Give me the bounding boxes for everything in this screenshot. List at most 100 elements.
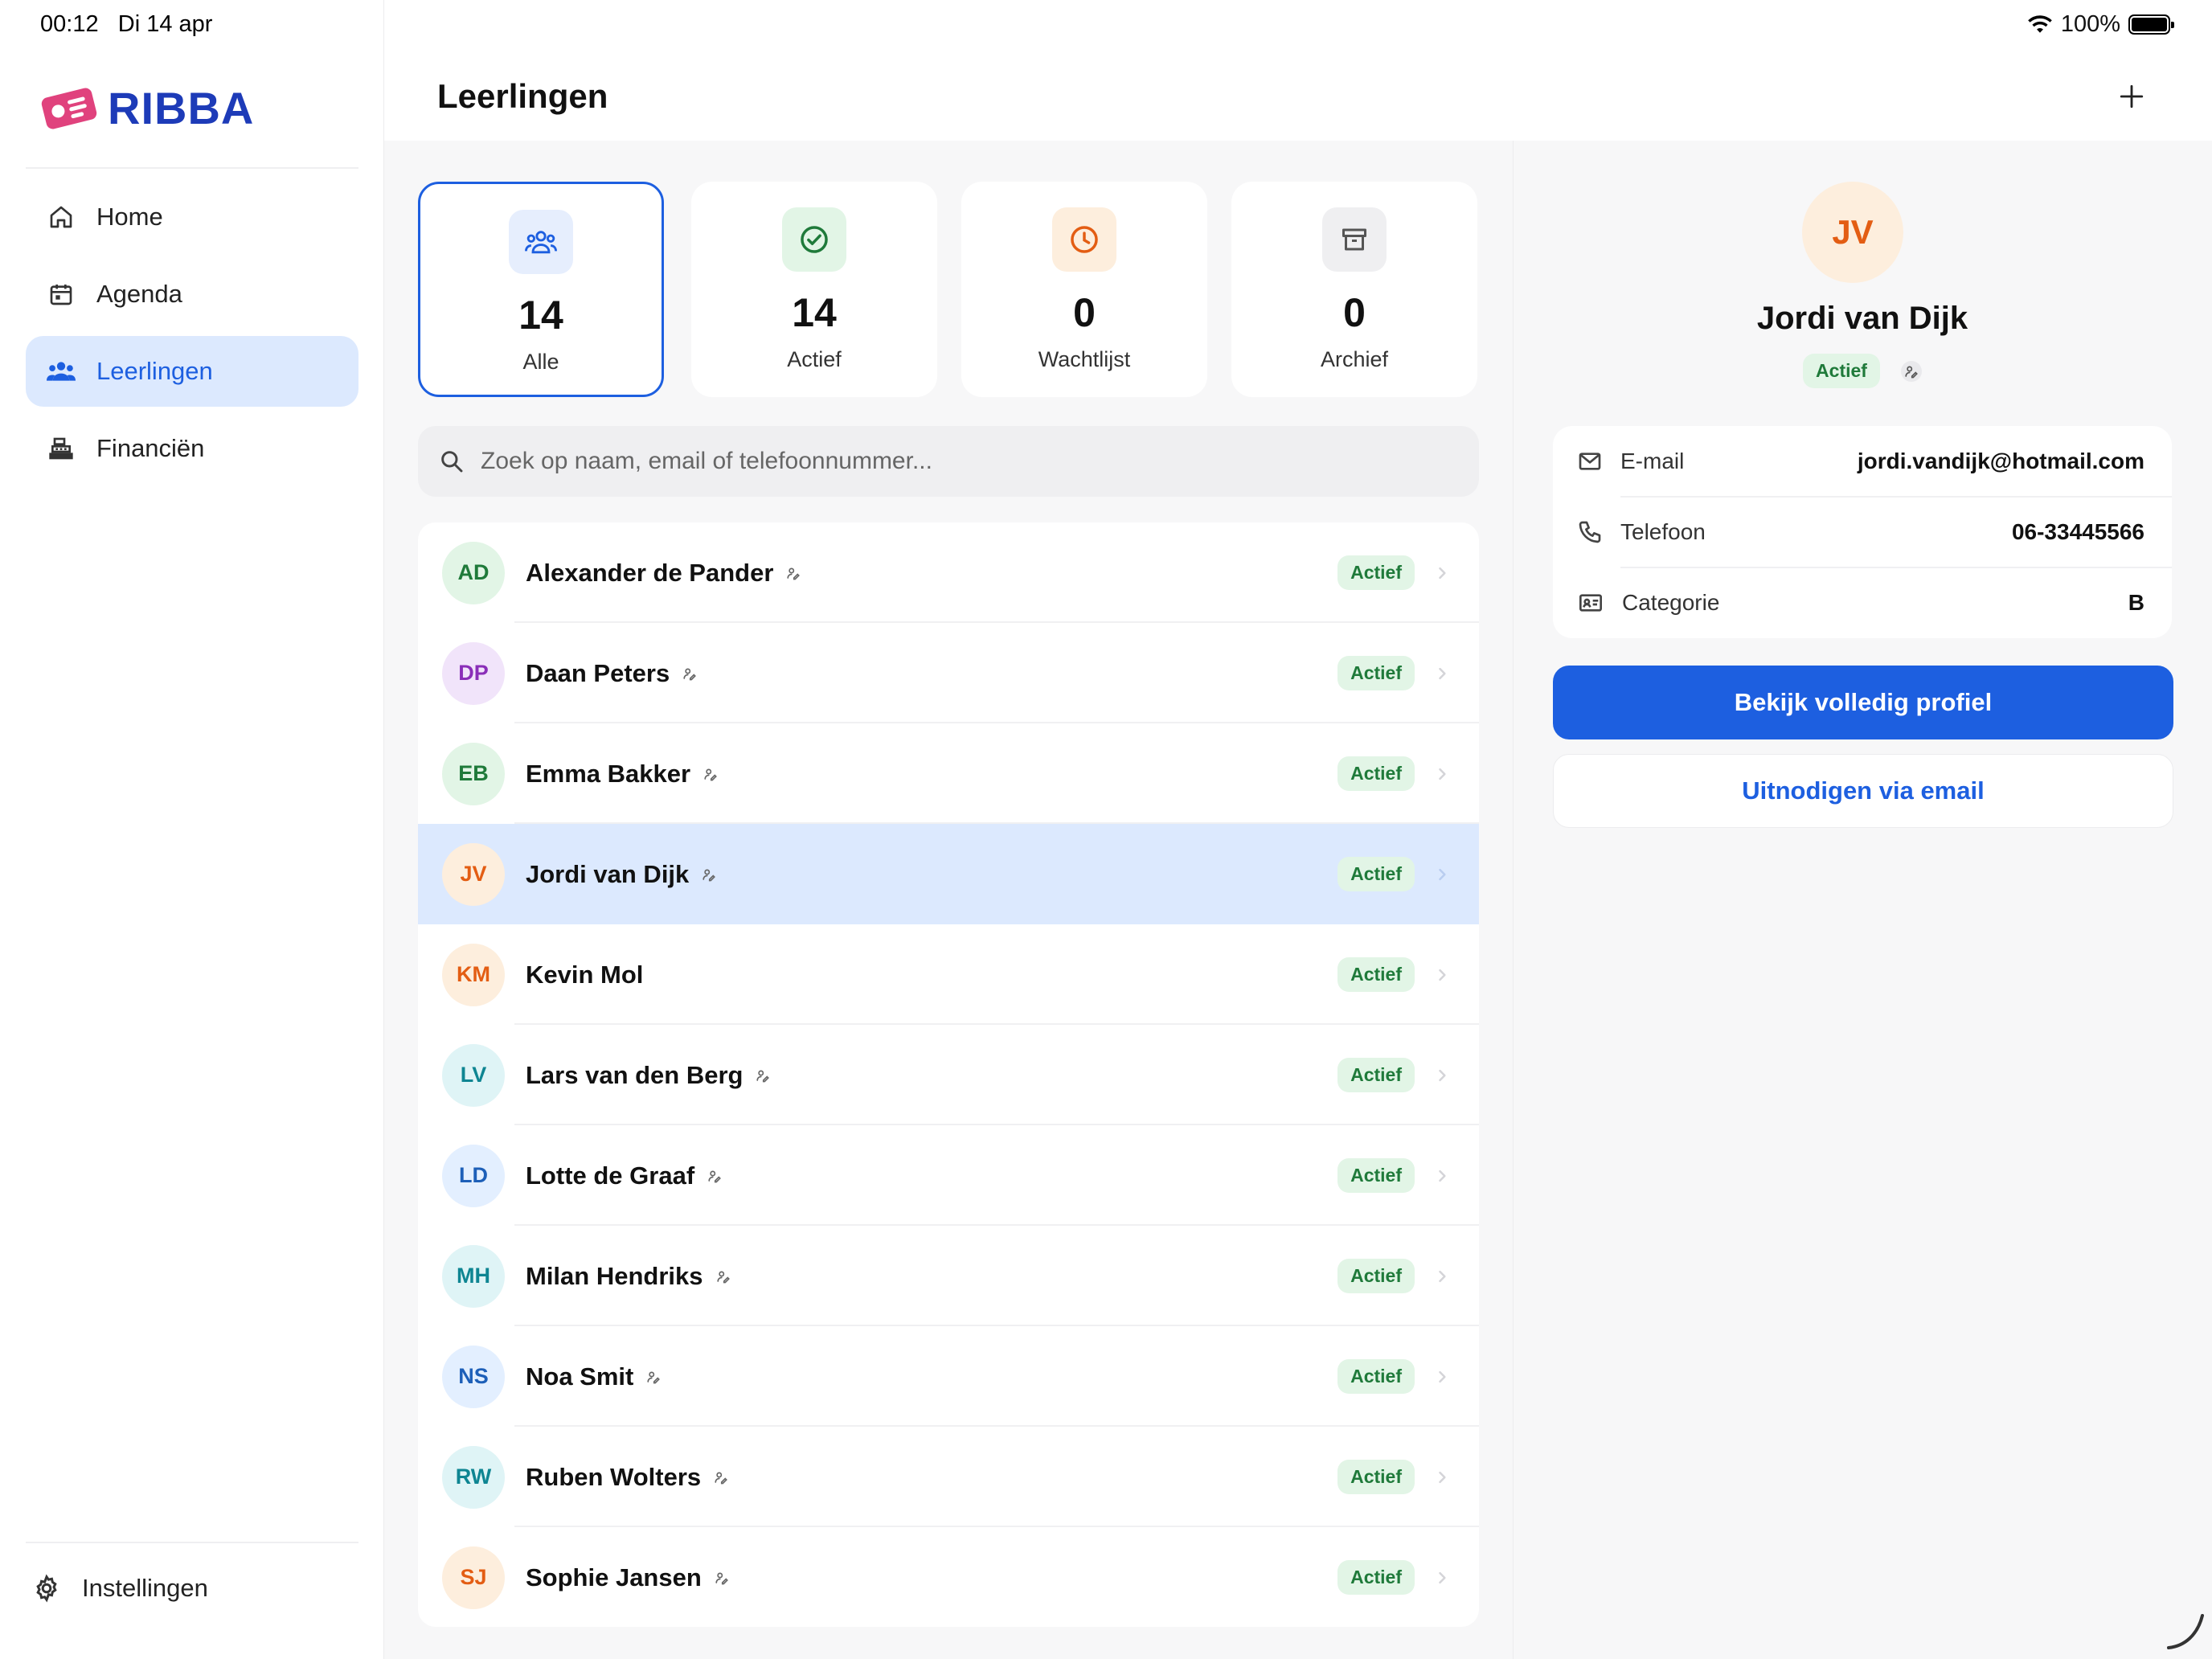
status-badge: Actief: [1337, 1158, 1415, 1193]
student-name: Noa Smit: [526, 1362, 634, 1391]
student-row[interactable]: JV Jordi van Dijk Actief: [418, 824, 1479, 924]
info-value: 06-33445566: [2011, 519, 2144, 544]
status-badge: Actief: [1337, 1560, 1415, 1595]
student-avatar: RW: [442, 1445, 505, 1509]
student-avatar: EB: [442, 742, 505, 805]
view-profile-button[interactable]: Bekijk volledig profiel: [1553, 666, 2173, 739]
license-pen-icon: [704, 1165, 725, 1186]
gear-icon: [32, 1574, 61, 1603]
sidebar-item-label: Financiën: [96, 434, 205, 462]
license-pen-icon: [700, 764, 721, 784]
phone-icon: [1579, 521, 1601, 543]
logo-text: RIBBA: [108, 83, 255, 133]
chevron-right-icon: [1439, 1270, 1446, 1282]
student-name: Emma Bakker: [526, 759, 691, 788]
license-pen-icon: [698, 864, 719, 885]
home-icon: [47, 203, 76, 231]
status-badge: Actief: [1337, 1259, 1415, 1293]
sidebar-item-financien[interactable]: Financiën: [26, 413, 358, 484]
sidebar-divider: [26, 1542, 358, 1543]
license-pen-icon: [752, 1065, 773, 1086]
info-row-email[interactable]: E-mail jordi.vandijk@hotmail.com: [1553, 426, 2172, 497]
sidebar-item-leerlingen[interactable]: Leerlingen: [26, 336, 358, 407]
student-name: Lars van den Berg: [526, 1060, 743, 1089]
student-row[interactable]: NS Noa Smit Actief: [418, 1326, 1479, 1427]
chevron-right-icon: [1439, 768, 1446, 780]
student-row[interactable]: EB Emma Bakker Actief: [418, 723, 1479, 824]
wifi-icon: [2028, 14, 2052, 33]
search-input[interactable]: [481, 448, 1445, 475]
sidebar-item-label: Home: [96, 203, 163, 231]
status-badge: Actief: [1337, 1359, 1415, 1394]
sidebar-item-label: Leerlingen: [96, 357, 213, 385]
stat-label: Actief: [787, 347, 842, 371]
student-name: Sophie Jansen: [526, 1563, 702, 1591]
student-name: Alexander de Pander: [526, 558, 774, 587]
student-avatar: LV: [442, 1043, 505, 1107]
info-row-category[interactable]: Categorie B: [1553, 567, 2172, 638]
stat-label: Alle: [522, 350, 559, 374]
student-row[interactable]: RW Ruben Wolters Actief: [418, 1427, 1479, 1527]
student-list: AD Alexander de Pander Actief DP Daan Peters…: [418, 522, 1479, 1627]
chevron-right-icon: [1439, 1571, 1446, 1583]
student-row[interactable]: LV Lars van den Berg Actief: [418, 1025, 1479, 1125]
users-icon: [509, 210, 573, 274]
info-label: Telefoon: [1620, 519, 1706, 544]
app-logo[interactable]: RIBBA: [39, 82, 254, 134]
chevron-right-icon: [1439, 969, 1446, 981]
stat-value: 0: [1073, 290, 1096, 335]
invite-email-button[interactable]: Uitnodigen via email: [1553, 754, 2173, 828]
status-badge: Actief: [1337, 957, 1415, 992]
sidebar-divider: [26, 167, 358, 169]
student-avatar: AD: [442, 541, 505, 604]
clock-icon: [1052, 207, 1116, 272]
student-row[interactable]: AD Alexander de Pander Actief: [418, 522, 1479, 623]
student-row[interactable]: KM Kevin Mol Actief: [418, 924, 1479, 1025]
student-row[interactable]: DP Daan Peters Actief: [418, 623, 1479, 723]
battery-percent: 100%: [2060, 11, 2120, 37]
stat-card-actief[interactable]: 14 Actief: [691, 182, 937, 397]
chevron-right-icon: [1439, 1069, 1446, 1081]
status-badge: Actief: [1337, 756, 1415, 791]
student-name: Milan Hendriks: [526, 1261, 703, 1290]
search-bar[interactable]: [418, 426, 1479, 497]
stat-value: 0: [1343, 290, 1366, 335]
status-date: Di 14 apr: [117, 11, 213, 37]
chevron-right-icon: [1439, 1169, 1446, 1182]
settings-button[interactable]: Instellingen: [32, 1574, 208, 1603]
info-label: Categorie: [1622, 590, 1720, 615]
calendar-icon: [47, 280, 76, 309]
student-row[interactable]: MH Milan Hendriks Actief: [418, 1226, 1479, 1326]
search-icon: [441, 451, 463, 473]
student-avatar: JV: [442, 842, 505, 906]
license-pen-icon: [1900, 360, 1922, 382]
chevron-right-icon: [1439, 868, 1446, 880]
stat-card-archief[interactable]: 0 Archief: [1231, 182, 1477, 397]
status-badge: Actief: [1337, 1460, 1415, 1494]
status-badge: Actief: [1337, 656, 1415, 690]
sidebar-item-agenda[interactable]: Agenda: [26, 259, 358, 330]
student-row[interactable]: LD Lotte de Graaf Actief: [418, 1125, 1479, 1226]
info-value: jordi.vandijk@hotmail.com: [1857, 449, 2144, 473]
chevron-right-icon: [1439, 667, 1446, 679]
stat-card-wachtlijst[interactable]: 0 Wachtlijst: [961, 182, 1207, 397]
sidebar-item-home[interactable]: Home: [26, 182, 358, 252]
license-pen-icon: [711, 1467, 731, 1488]
license-pen-icon: [679, 663, 700, 684]
student-avatar: DP: [442, 641, 505, 705]
ticket-logo-icon: [41, 88, 97, 129]
status-badge: Actief: [1803, 354, 1880, 388]
info-value: B: [2128, 590, 2144, 615]
id-card-icon: [1579, 594, 1602, 612]
status-badge: Actief: [1337, 857, 1415, 891]
sidebar-item-label: Agenda: [96, 280, 182, 308]
student-name: Daan Peters: [526, 658, 670, 687]
mail-icon: [1579, 453, 1601, 470]
info-row-phone[interactable]: Telefoon 06-33445566: [1553, 497, 2172, 567]
add-student-button[interactable]: [2112, 77, 2151, 116]
detail-badges: Actief: [1553, 354, 2172, 388]
stat-card-alle[interactable]: 14 Alle: [418, 182, 664, 397]
license-pen-icon: [713, 1266, 734, 1287]
register-icon: [47, 434, 76, 463]
student-row[interactable]: SJ Sophie Jansen Actief: [418, 1527, 1479, 1627]
